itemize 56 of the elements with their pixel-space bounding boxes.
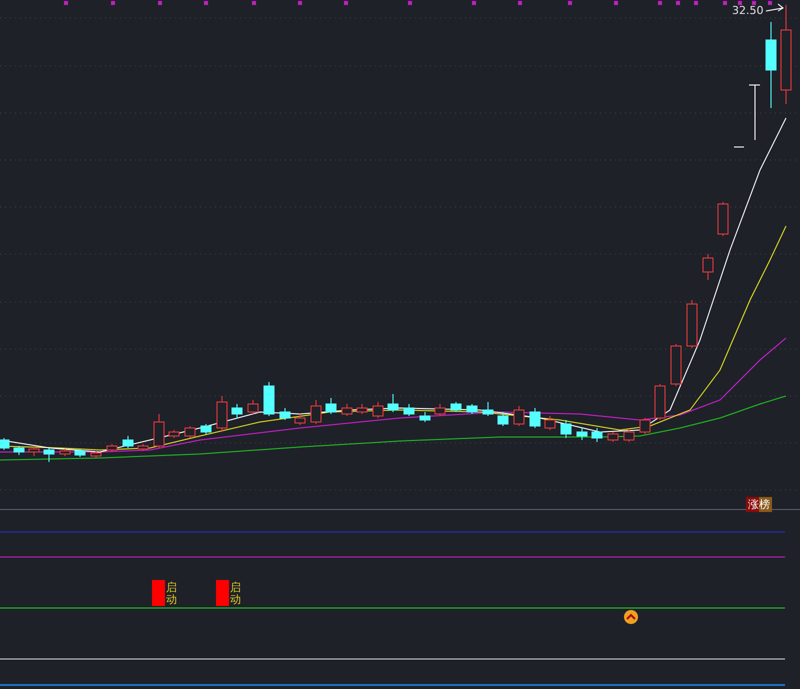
candlestick <box>0 438 10 450</box>
candlestick <box>356 404 368 414</box>
limit-up-badge: 涨榜 <box>746 497 772 512</box>
candlestick <box>200 424 212 434</box>
candlestick <box>450 402 462 412</box>
candlestick <box>294 414 306 426</box>
candlestick <box>216 396 228 432</box>
candlestick <box>498 412 508 426</box>
candlestick <box>404 404 414 416</box>
candlestick <box>608 432 618 442</box>
candlestick <box>122 436 134 448</box>
candlestick <box>748 84 760 140</box>
candlestick <box>168 430 180 438</box>
candlestick <box>28 446 40 456</box>
candlestick <box>310 400 322 424</box>
candlestick <box>60 448 70 456</box>
candlestick <box>154 414 164 448</box>
candlestick <box>544 416 556 430</box>
candlestick <box>482 402 494 416</box>
candlestick <box>670 344 682 386</box>
candlestick <box>106 444 118 452</box>
candlestick <box>592 428 602 442</box>
candlestick <box>514 406 524 426</box>
candlestick <box>372 402 384 418</box>
candlestick <box>420 412 430 422</box>
candlestick <box>44 448 54 462</box>
high-price-label: 32.50 <box>732 4 764 17</box>
candlestick <box>232 404 242 418</box>
candlestick <box>734 146 744 148</box>
candlestick <box>184 426 196 438</box>
candlestick <box>434 404 446 416</box>
candlestick <box>624 430 634 442</box>
candlestick <box>388 394 398 412</box>
signal-bar <box>216 580 229 606</box>
price-pointer-arrow <box>766 4 784 12</box>
signal-label: 启动 <box>166 582 177 606</box>
candlestick <box>718 202 728 236</box>
candlestick <box>640 418 650 434</box>
candlestick <box>560 420 572 438</box>
candlestick <box>530 408 540 428</box>
candlestick <box>466 404 478 414</box>
candlestick <box>342 404 352 416</box>
candlestick <box>264 382 274 416</box>
candlestick <box>14 446 24 456</box>
candlestick <box>326 398 336 414</box>
signal-bar <box>152 580 165 606</box>
candlestick <box>702 254 714 280</box>
candlestick <box>654 384 666 420</box>
candlestick <box>90 450 102 458</box>
candlestick <box>280 408 290 420</box>
candlestick <box>138 444 148 452</box>
candlestick <box>248 400 258 414</box>
candlestick <box>576 428 588 440</box>
candlestick <box>686 300 698 348</box>
signal-label: 启动 <box>230 582 241 606</box>
candlestick <box>74 448 86 458</box>
